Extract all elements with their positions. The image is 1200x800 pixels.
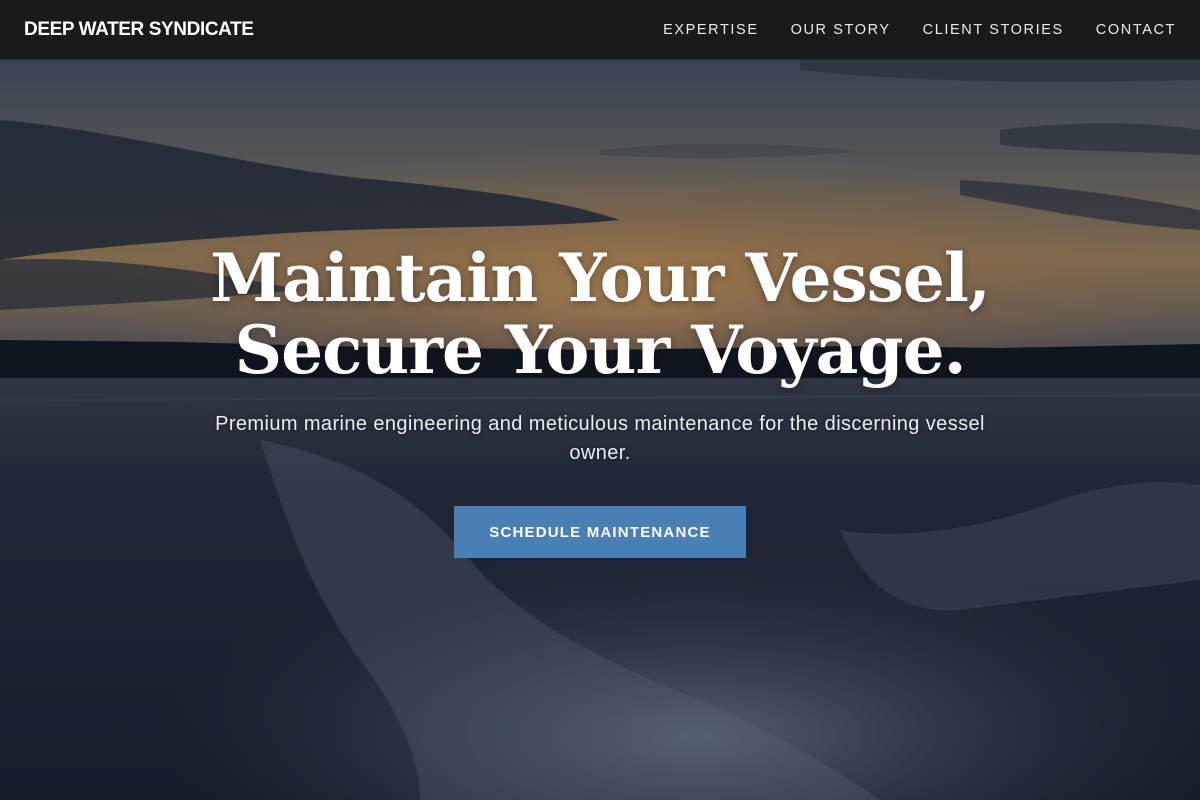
schedule-maintenance-button[interactable]: SCHEDULE MAINTENANCE (454, 506, 746, 558)
main-nav: EXPERTISE OUR STORY CLIENT STORIES CONTA… (663, 22, 1176, 38)
hero-section: Maintain Your Vessel, Secure Your Voyage… (0, 60, 1200, 800)
hero-content: Maintain Your Vessel, Secure Your Voyage… (0, 60, 1200, 800)
nav-our-story[interactable]: OUR STORY (791, 22, 891, 38)
hero-subtitle: Premium marine engineering and meticulou… (215, 413, 985, 464)
headline-line-2: Secure Your Voyage. (234, 311, 966, 389)
site-header: DEEP WATER SYNDICATE EXPERTISE OUR STORY… (0, 0, 1200, 60)
headline-line-1: Maintain Your Vessel, (210, 239, 991, 317)
hero-headline: Maintain Your Vessel, Secure Your Voyage… (100, 242, 1100, 386)
nav-expertise[interactable]: EXPERTISE (663, 22, 759, 38)
nav-contact[interactable]: CONTACT (1096, 22, 1176, 38)
brand-logo[interactable]: DEEP WATER SYNDICATE (24, 19, 254, 41)
nav-client-stories[interactable]: CLIENT STORIES (923, 22, 1064, 38)
